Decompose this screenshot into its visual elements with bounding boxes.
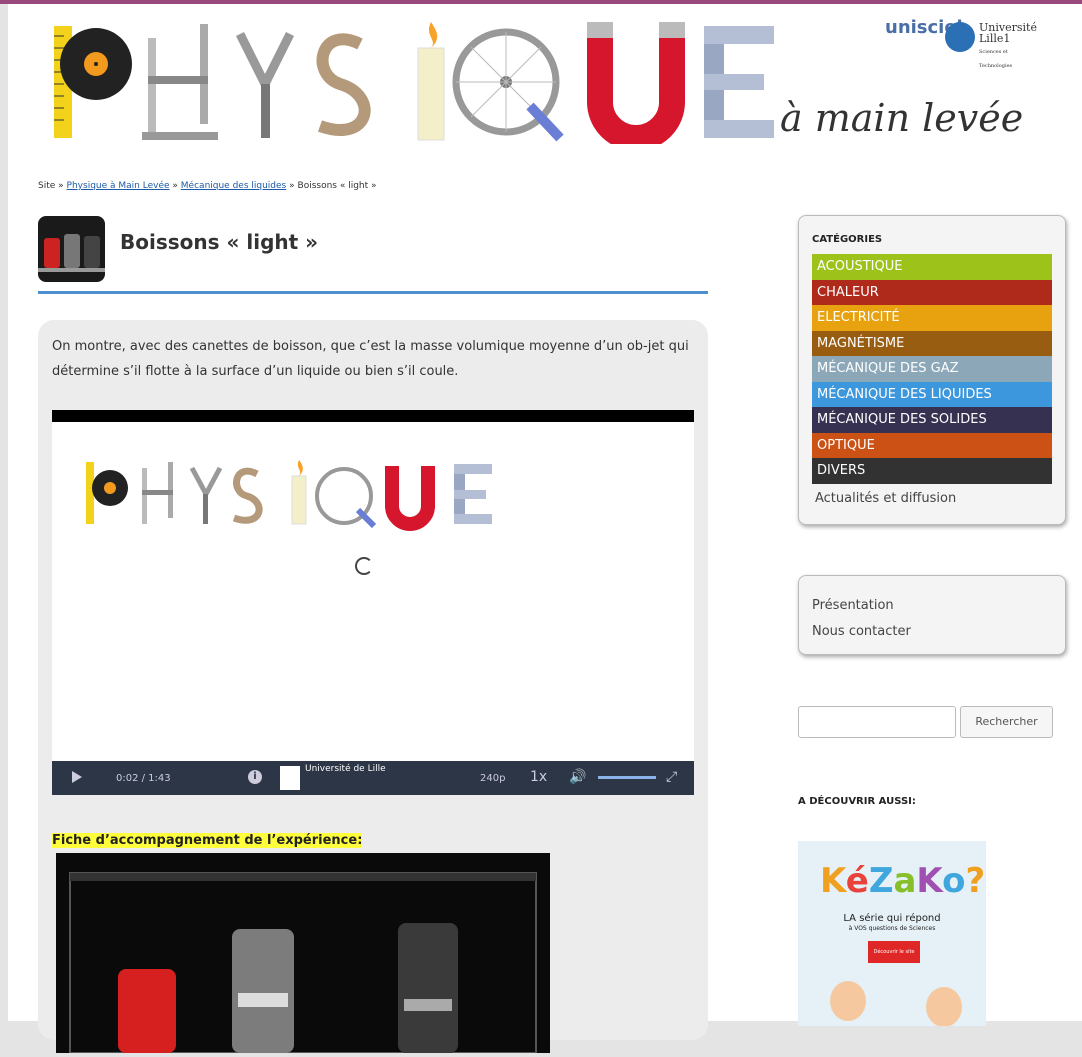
grey-can-icon xyxy=(232,929,294,1053)
black-can-icon xyxy=(398,923,458,1053)
video-brand: Université de Lille xyxy=(305,764,386,774)
video-physique-logo xyxy=(86,460,492,531)
search-button[interactable]: Rechercher xyxy=(960,706,1053,738)
character-face-icon xyxy=(926,987,962,1026)
discover-heading: A DÉCOUVRIR AUSSI: xyxy=(798,796,916,807)
unisciel-logo[interactable]: unisciel xyxy=(885,19,963,37)
fork-icon xyxy=(235,31,295,95)
lille-logo-sub: Sciences et Technologies xyxy=(979,49,1013,69)
breadcrumb-link-liquides[interactable]: Mécanique des liquides xyxy=(181,181,286,191)
lab-stand-icon xyxy=(148,38,156,138)
coca-can-icon xyxy=(118,969,176,1053)
post-content: On montre, avec des canettes de boisson,… xyxy=(38,320,708,1054)
breadcrumb-sep: » xyxy=(172,181,178,191)
speaker-icon[interactable]: 🔊 xyxy=(569,769,586,785)
physique-title-art xyxy=(54,22,774,151)
category-item[interactable]: ACOUSTIQUE xyxy=(812,254,1052,280)
kezako-line2: à VOS questions de Sciences xyxy=(848,925,936,932)
info-icon[interactable]: i xyxy=(248,770,262,784)
post-title: Boissons « light » xyxy=(120,230,319,254)
breadcrumb: Site » Physique à Main Levée » Mécanique… xyxy=(38,181,377,191)
category-item[interactable]: DIVERS xyxy=(812,458,1052,484)
magnet-icon xyxy=(587,28,685,151)
kezako-banner[interactable]: KéZaKo? LA série qui répond à VOS questi… xyxy=(798,841,986,1026)
category-item[interactable]: MÉCANIQUE DES LIQUIDES xyxy=(812,381,1052,407)
breadcrumb-sep: » xyxy=(58,181,64,191)
kezako-title: KéZaKo? xyxy=(820,861,986,901)
loading-spinner-icon xyxy=(355,557,373,575)
pages-widget: Présentation Nous contacter xyxy=(798,575,1066,655)
play-icon[interactable] xyxy=(72,771,82,783)
experiment-photo[interactable] xyxy=(56,853,550,1054)
post-intro: On montre, avec des canettes de boisson,… xyxy=(52,339,689,379)
cans-photo-art xyxy=(69,872,537,1054)
category-item[interactable]: MÉCANIQUE DES GAZ xyxy=(812,356,1052,382)
pages-list: Présentation Nous contacter xyxy=(812,593,911,645)
video-controls: 0:02 / 1:43 i Université de Lille 240p 1… xyxy=(52,761,694,795)
categories-widget: CATÉGORIES ACOUSTIQUE CHALEUR ELECTRICITÉ M… xyxy=(798,215,1066,525)
categories-list: ACOUSTIQUE CHALEUR ELECTRICITÉ MAGNÉTISME MÉ… xyxy=(812,254,1052,511)
category-item[interactable]: CHALEUR xyxy=(812,279,1052,305)
fiche-label: Fiche d’accompagnement de l’expérience: xyxy=(52,833,363,848)
kezako-line1: LA série qui répond xyxy=(843,913,941,924)
lille-video-logo-icon[interactable] xyxy=(280,766,300,790)
character-face-icon xyxy=(830,981,866,1021)
post-thumbnail xyxy=(38,216,105,282)
category-item[interactable]: OPTIQUE xyxy=(812,432,1052,458)
subtitle: à main levée xyxy=(780,96,1024,140)
categories-heading: CATÉGORIES xyxy=(812,234,883,245)
lille-logo-name: Université Lille1 xyxy=(979,21,1037,45)
page-link-presentation[interactable]: Présentation xyxy=(812,593,911,619)
site-banner[interactable] xyxy=(40,14,780,151)
title-divider xyxy=(38,291,708,294)
volume-slider[interactable] xyxy=(598,776,656,779)
video-time: 0:02 / 1:43 xyxy=(116,773,171,784)
breadcrumb-link-pmlevee[interactable]: Physique à Main Levée xyxy=(67,181,170,191)
speed-button[interactable]: 1x xyxy=(530,769,547,785)
kezako-button[interactable]: Découvrir le site xyxy=(868,941,920,963)
category-item[interactable]: MÉCANIQUE DES SOLIDES xyxy=(812,407,1052,433)
rope-icon xyxy=(316,33,371,136)
lille-logo-text: Université Lille1 Sciences et Technologi… xyxy=(979,22,1037,72)
category-item[interactable]: ELECTRICITÉ xyxy=(812,305,1052,331)
breadcrumb-current: Boissons « light » xyxy=(297,181,377,191)
category-item[interactable]: MAGNÉTISME xyxy=(812,330,1052,356)
fullscreen-icon[interactable]: ⤢ xyxy=(666,769,677,785)
page-link-contact[interactable]: Nous contacter xyxy=(812,619,911,645)
candle-icon xyxy=(417,47,445,141)
category-item-actualites[interactable]: Actualités et diffusion xyxy=(812,487,1052,511)
lille-logo-icon[interactable] xyxy=(945,22,975,52)
search-input[interactable] xyxy=(798,706,956,738)
video-player[interactable]: 0:02 / 1:43 i Université de Lille 240p 1… xyxy=(52,410,694,795)
quality-button[interactable]: 240p xyxy=(480,773,505,784)
breadcrumb-sep: » xyxy=(289,181,295,191)
breadcrumb-root: Site xyxy=(38,181,56,191)
